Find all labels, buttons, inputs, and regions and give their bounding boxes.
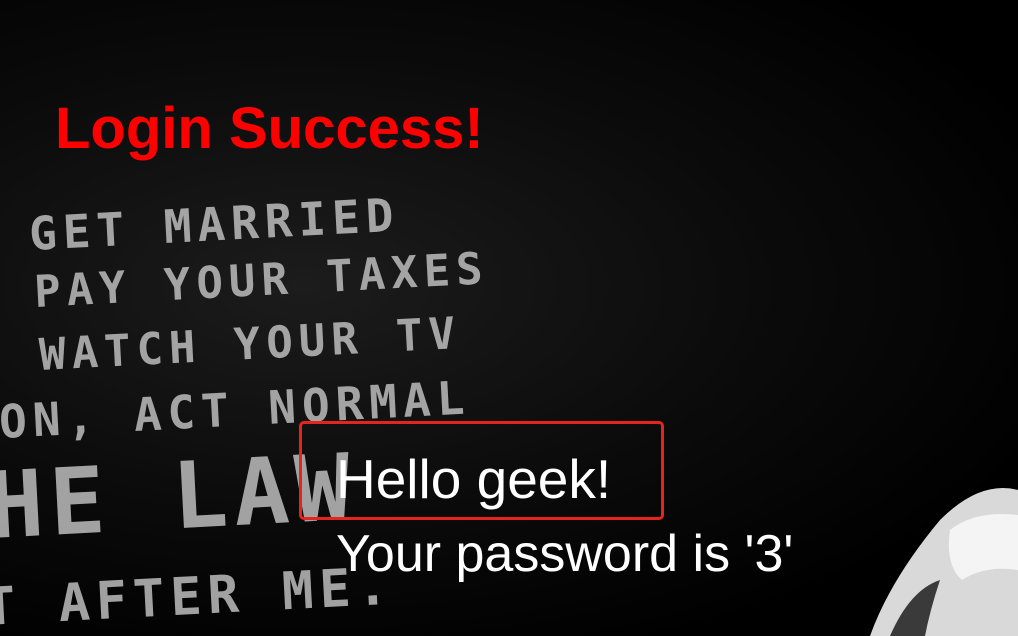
page-title: Login Success! [55, 96, 484, 161]
greeting-text: Hello geek! [336, 448, 612, 510]
poster-line-3: WATCH YOUR TV [38, 308, 462, 381]
password-message: Your password is '3' [336, 525, 794, 583]
mask-figure-image [870, 488, 1018, 636]
